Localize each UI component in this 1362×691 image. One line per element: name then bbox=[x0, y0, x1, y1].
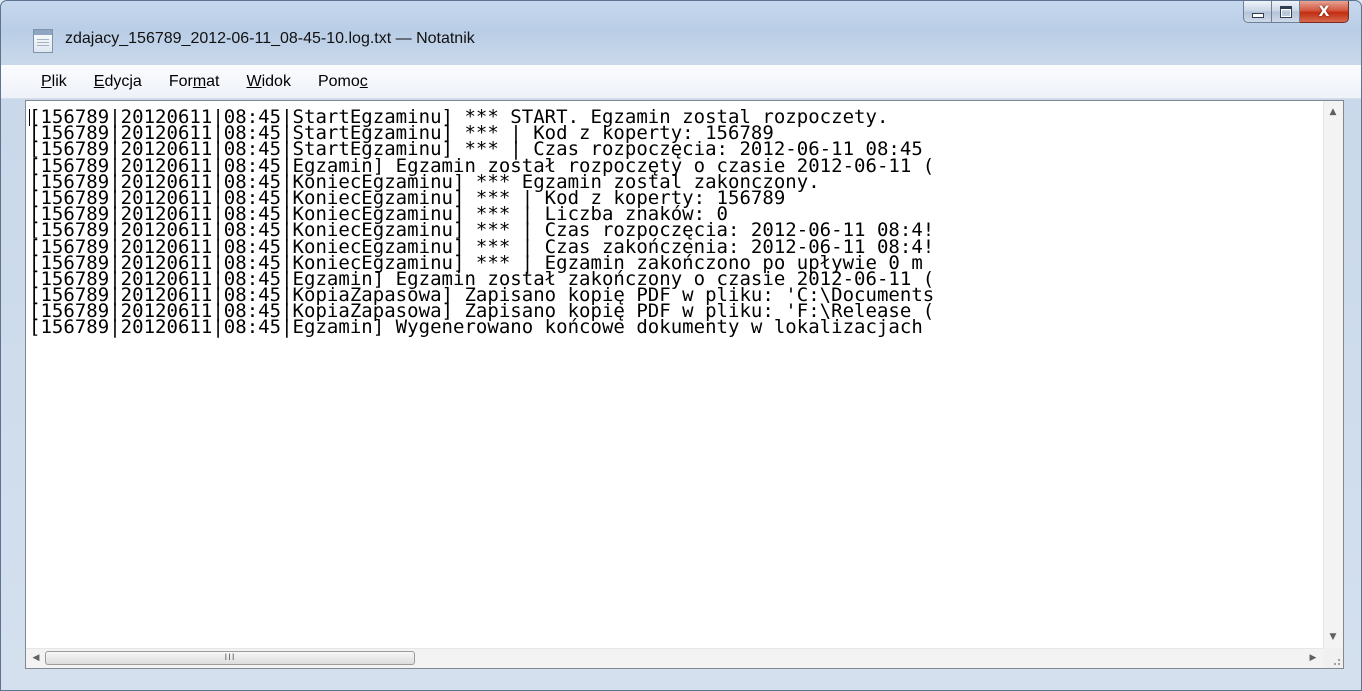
text-line: [156789|20120611|08:45|Egzamin] Wygenero… bbox=[29, 316, 923, 339]
menu-item-text: dycja bbox=[104, 72, 142, 90]
close-icon: X bbox=[1318, 3, 1330, 20]
notepad-icon[interactable] bbox=[33, 29, 53, 53]
menu-item-0[interactable]: Plik bbox=[41, 73, 67, 91]
menu-item-3[interactable]: Widok bbox=[246, 73, 290, 91]
scroll-down-arrow-icon[interactable]: ▼ bbox=[1324, 628, 1342, 646]
menu-bar: Plik Edycja Format Widok Pomoc bbox=[1, 65, 1361, 99]
title-bar[interactable]: zdajacy_156789_2012-06-11_08-45-10.log.t… bbox=[1, 1, 1361, 65]
menu-item-text: lik bbox=[51, 72, 67, 90]
window-title: zdajacy_156789_2012-06-11_08-45-10.log.t… bbox=[65, 30, 475, 47]
text-editor[interactable]: [156789|20120611|08:45|StartEgzaminu] **… bbox=[25, 100, 1344, 669]
minimize-icon bbox=[1251, 13, 1264, 18]
menu-item-text: Pomo bbox=[317, 72, 360, 90]
minimize-button[interactable] bbox=[1243, 1, 1272, 23]
menu-item-accelerator: W bbox=[246, 72, 262, 90]
maximize-button[interactable] bbox=[1272, 1, 1300, 23]
text-area[interactable]: [156789|20120611|08:45|StartEgzaminu] **… bbox=[26, 101, 1323, 648]
vertical-scrollbar[interactable]: ▲ ▼ bbox=[1323, 101, 1343, 648]
window-controls: X bbox=[1243, 1, 1349, 23]
notepad-window: zdajacy_156789_2012-06-11_08-45-10.log.t… bbox=[0, 0, 1362, 691]
menu-item-4[interactable]: Pomoc bbox=[318, 73, 368, 91]
close-button[interactable]: X bbox=[1300, 1, 1349, 23]
scroll-right-arrow-icon[interactable]: ▶ bbox=[1304, 649, 1322, 667]
menu-item-text: idok bbox=[261, 72, 291, 90]
menu-item-accelerator: P bbox=[41, 72, 52, 90]
text-caret bbox=[29, 109, 30, 126]
scroll-up-arrow-icon[interactable]: ▲ bbox=[1324, 103, 1342, 121]
scroll-thumb-grip-icon: III bbox=[224, 653, 236, 663]
resize-grip-icon[interactable] bbox=[1323, 648, 1343, 668]
menu-item-accelerator: c bbox=[359, 72, 368, 90]
menu-item-accelerator: m bbox=[192, 72, 207, 90]
menu-item-text: For bbox=[168, 72, 193, 90]
menu-item-1[interactable]: Edycja bbox=[94, 73, 142, 91]
scroll-left-arrow-icon[interactable]: ◀ bbox=[27, 649, 45, 667]
horizontal-scroll-thumb[interactable]: III bbox=[45, 651, 415, 665]
maximize-icon bbox=[1279, 5, 1292, 18]
menu-item-accelerator: E bbox=[93, 72, 105, 90]
menu-item-2[interactable]: Format bbox=[169, 73, 220, 91]
horizontal-scrollbar[interactable]: ◀ III ▶ bbox=[26, 648, 1323, 668]
menu-item-text: at bbox=[206, 72, 220, 90]
